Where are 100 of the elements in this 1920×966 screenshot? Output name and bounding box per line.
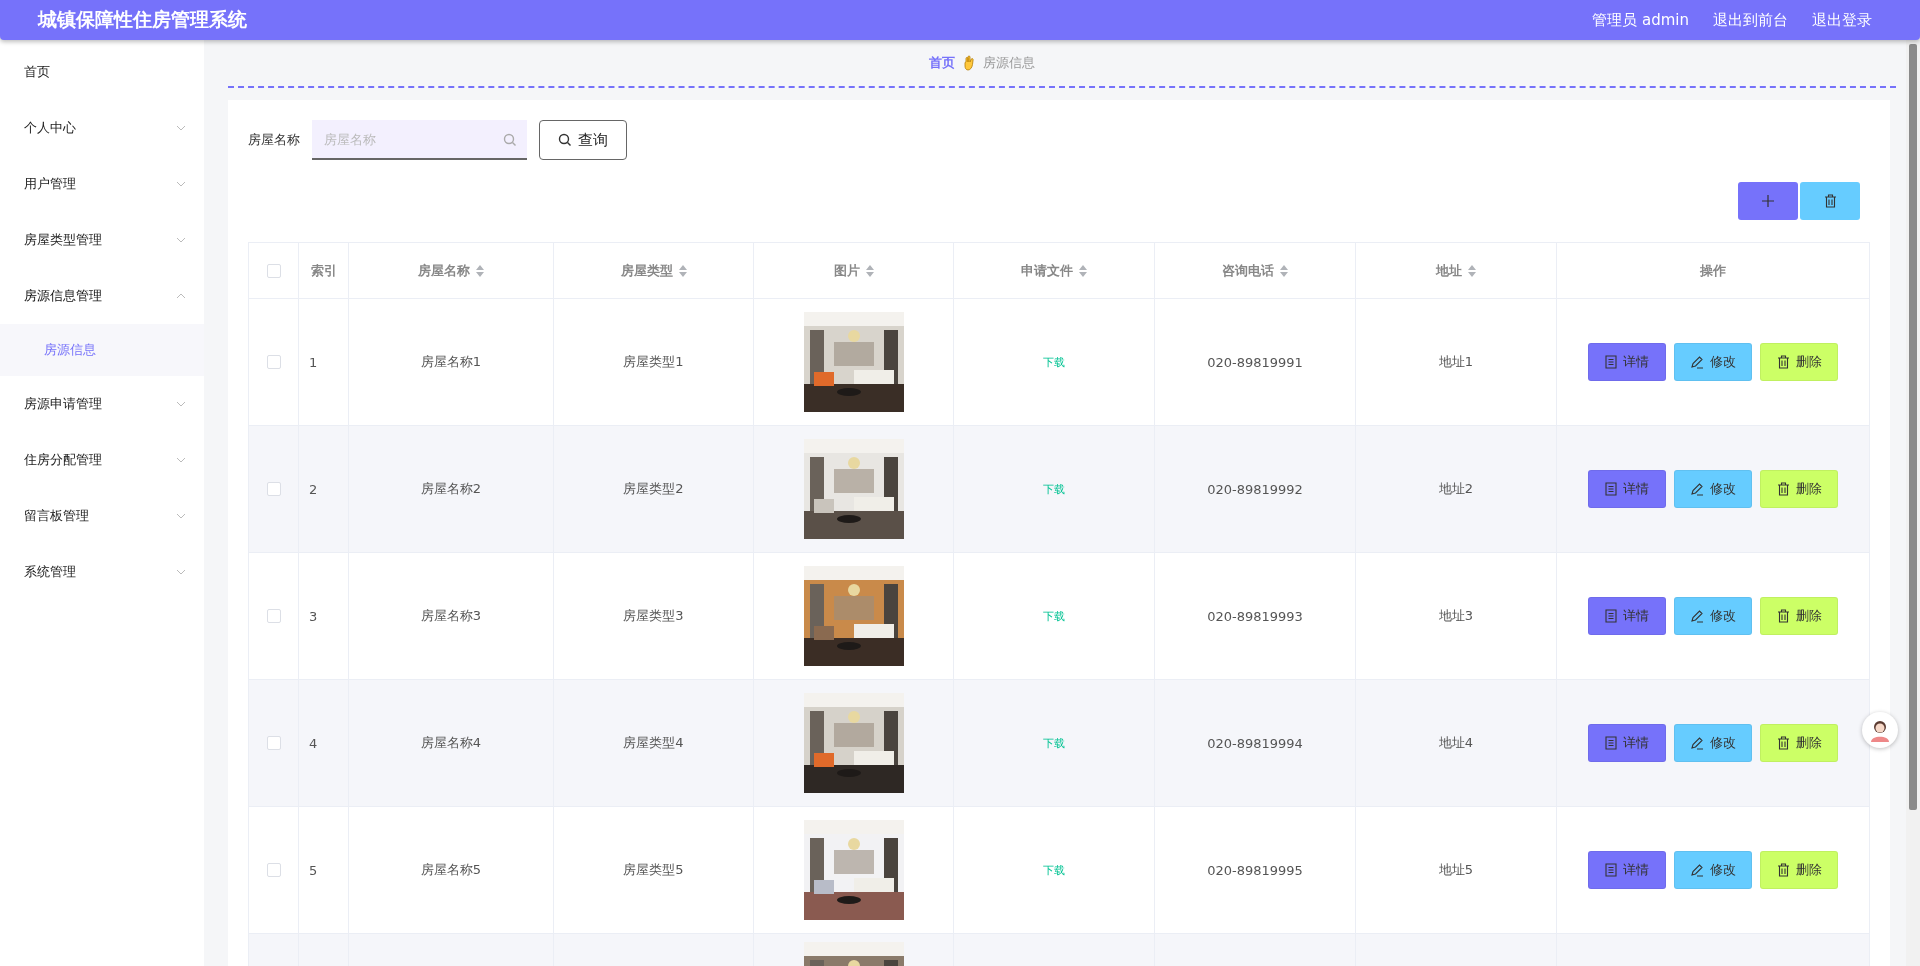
detail-button[interactable]: 详情 [1588, 851, 1666, 889]
column-header[interactable]: 咨询电话 [1222, 261, 1288, 280]
table-cell: 地址4 [1356, 680, 1557, 806]
column-header: 操作 [1700, 261, 1726, 280]
sidebar-item[interactable]: 个人中心 [0, 100, 204, 156]
delete-button[interactable]: 删除 [1760, 597, 1838, 635]
chevron-down-icon [176, 237, 186, 243]
table-cell: 地址5 [1356, 807, 1557, 933]
document-icon [1605, 355, 1617, 369]
sidebar-item[interactable]: 系统管理 [0, 544, 204, 600]
detail-button[interactable]: 详情 [1588, 597, 1666, 635]
sidebar-item[interactable]: 房屋类型管理 [0, 212, 204, 268]
sort-icon[interactable] [678, 264, 687, 277]
detail-button[interactable]: 详情 [1588, 724, 1666, 762]
delete-button[interactable]: 删除 [1760, 343, 1838, 381]
chevron-down-icon [176, 181, 186, 187]
edit-button[interactable]: 修改 [1674, 724, 1752, 762]
delete-button[interactable]: 删除 [1760, 724, 1838, 762]
column-header[interactable]: 申请文件 [1021, 261, 1087, 280]
breadcrumb-item: 房源信息 [983, 54, 1035, 72]
table-cell: 房屋名称2 [349, 426, 554, 552]
sidebar-item[interactable]: 住房分配管理 [0, 432, 204, 488]
detail-button[interactable]: 详情 [1588, 470, 1666, 508]
sort-icon[interactable] [476, 264, 484, 277]
table-cell: 020-89819992 [1155, 426, 1356, 552]
app-title: 城镇保障性住房管理系统 [38, 7, 248, 32]
trash-icon [1776, 355, 1790, 369]
table-cell: 020-89819995 [1155, 807, 1356, 933]
trash-icon [1776, 609, 1790, 623]
trash-icon [1776, 863, 1790, 877]
table-cell: 地址2 [1356, 426, 1557, 552]
download-link[interactable]: 下载 [1043, 608, 1065, 624]
chevron-down-icon [176, 125, 186, 131]
sidebar-item[interactable]: 用户管理 [0, 156, 204, 212]
table-cell: 地址1 [1356, 299, 1557, 425]
download-link[interactable]: 下载 [1043, 354, 1065, 370]
sidebar-item[interactable]: 房源申请管理 [0, 376, 204, 432]
delete-button[interactable]: 删除 [1760, 851, 1838, 889]
trash-icon [1823, 194, 1837, 208]
column-header[interactable]: 房屋名称 [418, 261, 484, 280]
avatar[interactable] [1862, 712, 1898, 748]
sort-icon[interactable] [865, 264, 874, 277]
person-icon [1868, 718, 1892, 742]
search-label: 房屋名称 [248, 131, 300, 149]
table-cell: 地址3 [1356, 553, 1557, 679]
chevron-up-icon [176, 293, 186, 299]
table-cell: 020-89819993 [1155, 553, 1356, 679]
breadcrumb-item[interactable]: 首页 [929, 54, 955, 72]
table-cell: 房屋类型5 [554, 807, 754, 933]
download-link[interactable]: 下载 [1043, 862, 1065, 878]
checkbox[interactable] [266, 263, 281, 278]
query-button[interactable]: 查询 [539, 120, 627, 160]
download-link[interactable]: 下载 [1043, 735, 1065, 751]
table-cell: 房屋类型4 [554, 680, 754, 806]
checkbox[interactable] [266, 609, 281, 623]
checkbox[interactable] [266, 736, 281, 750]
plus-icon [1762, 195, 1774, 207]
table-cell: 1 [299, 299, 349, 425]
column-header[interactable]: 房屋类型 [620, 261, 687, 280]
table-cell: 2 [299, 426, 349, 552]
detail-button[interactable]: 详情 [1588, 343, 1666, 381]
bulk-delete-button[interactable] [1800, 182, 1860, 220]
sort-icon[interactable] [1079, 264, 1087, 277]
pencil-icon [1690, 482, 1704, 496]
sidebar-item[interactable]: 首页 [0, 44, 204, 100]
table-cell: 房屋名称1 [349, 299, 554, 425]
pencil-icon [1690, 736, 1704, 750]
table-cell: 房屋名称3 [349, 553, 554, 679]
header-link[interactable]: 退出到前台 [1713, 10, 1788, 30]
download-link[interactable]: 下载 [1043, 481, 1065, 497]
table-cell: 020-89819991 [1155, 299, 1356, 425]
sidebar-subitem[interactable]: 房源信息 [0, 324, 204, 376]
hand-icon [963, 55, 975, 71]
scrollbar-thumb[interactable] [1909, 44, 1917, 810]
header-link[interactable]: 退出登录 [1812, 10, 1872, 30]
table-cell: 房屋类型1 [554, 299, 754, 425]
sort-icon[interactable] [1280, 264, 1288, 277]
search-field[interactable]: 房屋名称 [312, 120, 527, 160]
header-link[interactable]: 管理员 admin [1592, 10, 1689, 30]
table-cell: 房屋类型3 [554, 553, 754, 679]
edit-button[interactable]: 修改 [1674, 343, 1752, 381]
pencil-icon [1690, 609, 1704, 623]
column-header: 索引 [310, 261, 337, 280]
checkbox[interactable] [266, 355, 281, 369]
table-cell: 房屋名称5 [349, 807, 554, 933]
checkbox[interactable] [266, 863, 281, 877]
edit-button[interactable]: 修改 [1674, 851, 1752, 889]
delete-button[interactable]: 删除 [1760, 470, 1838, 508]
sidebar-item[interactable]: 房源信息管理 [0, 268, 204, 324]
sort-icon[interactable] [1468, 264, 1476, 277]
chevron-down-icon [176, 569, 186, 575]
checkbox[interactable] [266, 482, 281, 496]
column-header[interactable]: 图片 [833, 261, 874, 280]
column-header[interactable]: 地址 [1436, 261, 1476, 280]
edit-button[interactable]: 修改 [1674, 470, 1752, 508]
table-cell: 房屋名称4 [349, 680, 554, 806]
table-cell: 4 [299, 680, 349, 806]
edit-button[interactable]: 修改 [1674, 597, 1752, 635]
sidebar-item[interactable]: 留言板管理 [0, 488, 204, 544]
table-cell: 3 [299, 553, 349, 679]
